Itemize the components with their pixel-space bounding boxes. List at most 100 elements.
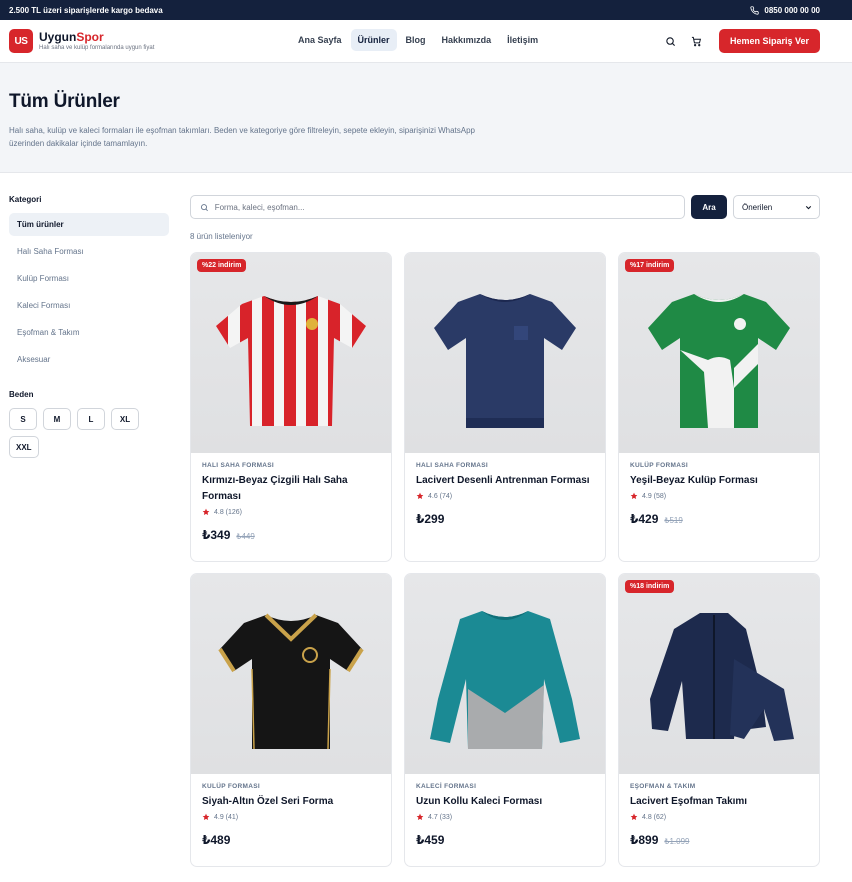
search-toolbar: Ara Önerilen [190, 195, 820, 219]
discount-badge: %17 indirim [625, 259, 675, 272]
star-icon [202, 508, 210, 516]
product-image [191, 574, 391, 774]
product-image [405, 253, 605, 453]
product-price: ₺429 [630, 512, 659, 526]
chevron-down-icon [805, 205, 812, 209]
product-category: EŞOFMAN & TAKIM [630, 783, 696, 790]
category-all[interactable]: Tüm ürünler [9, 213, 169, 236]
brand-name: UygunSpor [39, 30, 104, 44]
page-title: Tüm Ürünler [9, 91, 120, 112]
star-icon [630, 492, 638, 500]
nav-products[interactable]: Ürünler [350, 29, 397, 51]
category-hali-saha[interactable]: Halı Saha Forması [9, 240, 169, 263]
star-icon [416, 813, 424, 821]
product-old-price: ₺449 [236, 532, 255, 541]
product-category: HALI SAHA FORMASI [202, 462, 275, 469]
size-xxl[interactable]: XXL [9, 436, 39, 458]
product-rating: 4.9 (58) [630, 492, 808, 500]
search-box[interactable] [190, 195, 685, 219]
product-price: ₺459 [416, 833, 445, 847]
search-icon [666, 36, 676, 46]
promo-text: 2.500 TL üzeri siparişlerde kargo bedava [9, 5, 163, 15]
category-heading: Kategori [9, 195, 42, 204]
product-category: HALI SAHA FORMASI [416, 462, 489, 469]
site-header: US UygunSpor Halı saha ve kulüp formalar… [0, 20, 852, 63]
sort-value: Önerilen [742, 202, 773, 212]
star-icon [416, 492, 424, 500]
category-esofman[interactable]: Eşofman & Takım [9, 321, 169, 344]
product-old-price: ₺1.099 [664, 837, 690, 846]
size-filter: S M L XL XXL [9, 408, 149, 458]
product-rating: 4.8 (62) [630, 813, 808, 821]
product-name[interactable]: Uzun Kollu Kaleci Forması [416, 794, 594, 810]
nav-about[interactable]: Hakkımızda [435, 29, 499, 51]
product-name[interactable]: Siyah-Altın Özel Seri Forma [202, 794, 380, 810]
product-price: ₺899 [630, 833, 659, 847]
discount-badge: %22 indirim [197, 259, 247, 272]
product-rating: 4.8 (126) [202, 508, 380, 516]
sort-select[interactable]: Önerilen [733, 195, 820, 219]
search-icon [201, 203, 208, 211]
product-image [405, 574, 605, 774]
product-card[interactable]: HALI SAHA FORMASI Lacivert Desenli Antre… [404, 252, 606, 562]
results-count: 8 ürün listeleniyor [190, 232, 253, 241]
product-image: %17 indirim [619, 253, 819, 453]
product-rating: 4.6 (74) [416, 492, 594, 500]
black-gold-jersey-image [218, 613, 364, 750]
header-search-button[interactable] [663, 33, 679, 49]
discount-badge: %18 indirim [625, 580, 675, 593]
cart-button[interactable] [689, 33, 705, 49]
green-white-jersey-image [648, 294, 790, 428]
phone-icon [750, 5, 760, 15]
size-l[interactable]: L [77, 408, 105, 430]
phone-number: 0850 000 00 00 [764, 5, 820, 15]
product-image: %22 indirim [191, 253, 391, 453]
product-name[interactable]: Kırmızı-Beyaz Çizgili Halı Saha Forması [202, 473, 380, 505]
product-rating: 4.7 (33) [416, 813, 594, 821]
promo-bar: 2.500 TL üzeri siparişlerde kargo bedava… [0, 0, 852, 20]
product-card[interactable]: %22 indirim HALI SAHA FORMASI Kırmızı-Be… [190, 252, 392, 562]
product-listing: Ara Önerilen 8 ürün listeleniyor [190, 195, 820, 867]
size-xl[interactable]: XL [111, 408, 139, 430]
filter-sidebar: Kategori Tüm ürünler Halı Saha Forması K… [9, 195, 169, 458]
star-icon [630, 813, 638, 821]
brand-tagline: Halı saha ve kulüp formalarında uygun fi… [39, 45, 155, 51]
product-name[interactable]: Yeşil-Beyaz Kulüp Forması [630, 473, 808, 489]
tracksuit-image [650, 613, 794, 741]
product-name[interactable]: Lacivert Eşofman Takımı [630, 794, 808, 810]
product-price: ₺299 [416, 512, 445, 526]
size-m[interactable]: M [43, 408, 71, 430]
product-card[interactable]: KALECİ FORMASI Uzun Kollu Kaleci Forması… [404, 573, 606, 867]
size-s[interactable]: S [9, 408, 37, 430]
navy-training-jersey-image [434, 294, 576, 428]
product-price: ₺489 [202, 833, 231, 847]
star-icon [202, 813, 210, 821]
page-description: Halı saha, kulüp ve kaleci formaları ile… [9, 126, 475, 148]
goalkeeper-jersey-image [430, 611, 580, 749]
product-category: KULÜP FORMASI [202, 783, 260, 790]
category-kulup[interactable]: Kulüp Forması [9, 267, 169, 290]
product-name[interactable]: Lacivert Desenli Antrenman Forması [416, 473, 594, 489]
search-button[interactable]: Ara [691, 195, 727, 219]
product-grid: %22 indirim HALI SAHA FORMASI Kırmızı-Be… [190, 252, 820, 867]
nav-blog[interactable]: Blog [399, 29, 433, 51]
category-kaleci[interactable]: Kaleci Forması [9, 294, 169, 317]
main-nav: Ana Sayfa Ürünler Blog Hakkımızda İletiş… [291, 29, 545, 51]
nav-contact[interactable]: İletişim [500, 29, 545, 51]
product-card[interactable]: KULÜP FORMASI Siyah-Altın Özel Seri Form… [190, 573, 392, 867]
product-old-price: ₺519 [664, 516, 683, 525]
nav-home[interactable]: Ana Sayfa [291, 29, 349, 51]
search-input[interactable] [214, 202, 675, 212]
cart-icon [692, 36, 702, 46]
page-hero: Tüm Ürünler Halı saha, kulüp ve kaleci f… [0, 63, 852, 173]
category-aksesuar[interactable]: Aksesuar [9, 348, 169, 371]
red-white-jersey-image [216, 296, 366, 426]
phone-contact[interactable]: 0850 000 00 00 [750, 6, 820, 15]
logo[interactable]: US UygunSpor Halı saha ve kulüp formalar… [9, 29, 154, 53]
product-category: KULÜP FORMASI [630, 462, 688, 469]
product-card[interactable]: %17 indirim KULÜP FORMASI Yeşil-Beyaz Ku… [618, 252, 820, 562]
product-card[interactable]: %18 indirim EŞOFMAN & TAKIM Lacivert Eşo… [618, 573, 820, 867]
order-now-button[interactable]: Hemen Sipariş Ver [718, 29, 820, 53]
product-image: %18 indirim [619, 574, 819, 774]
size-heading: Beden [9, 390, 34, 399]
